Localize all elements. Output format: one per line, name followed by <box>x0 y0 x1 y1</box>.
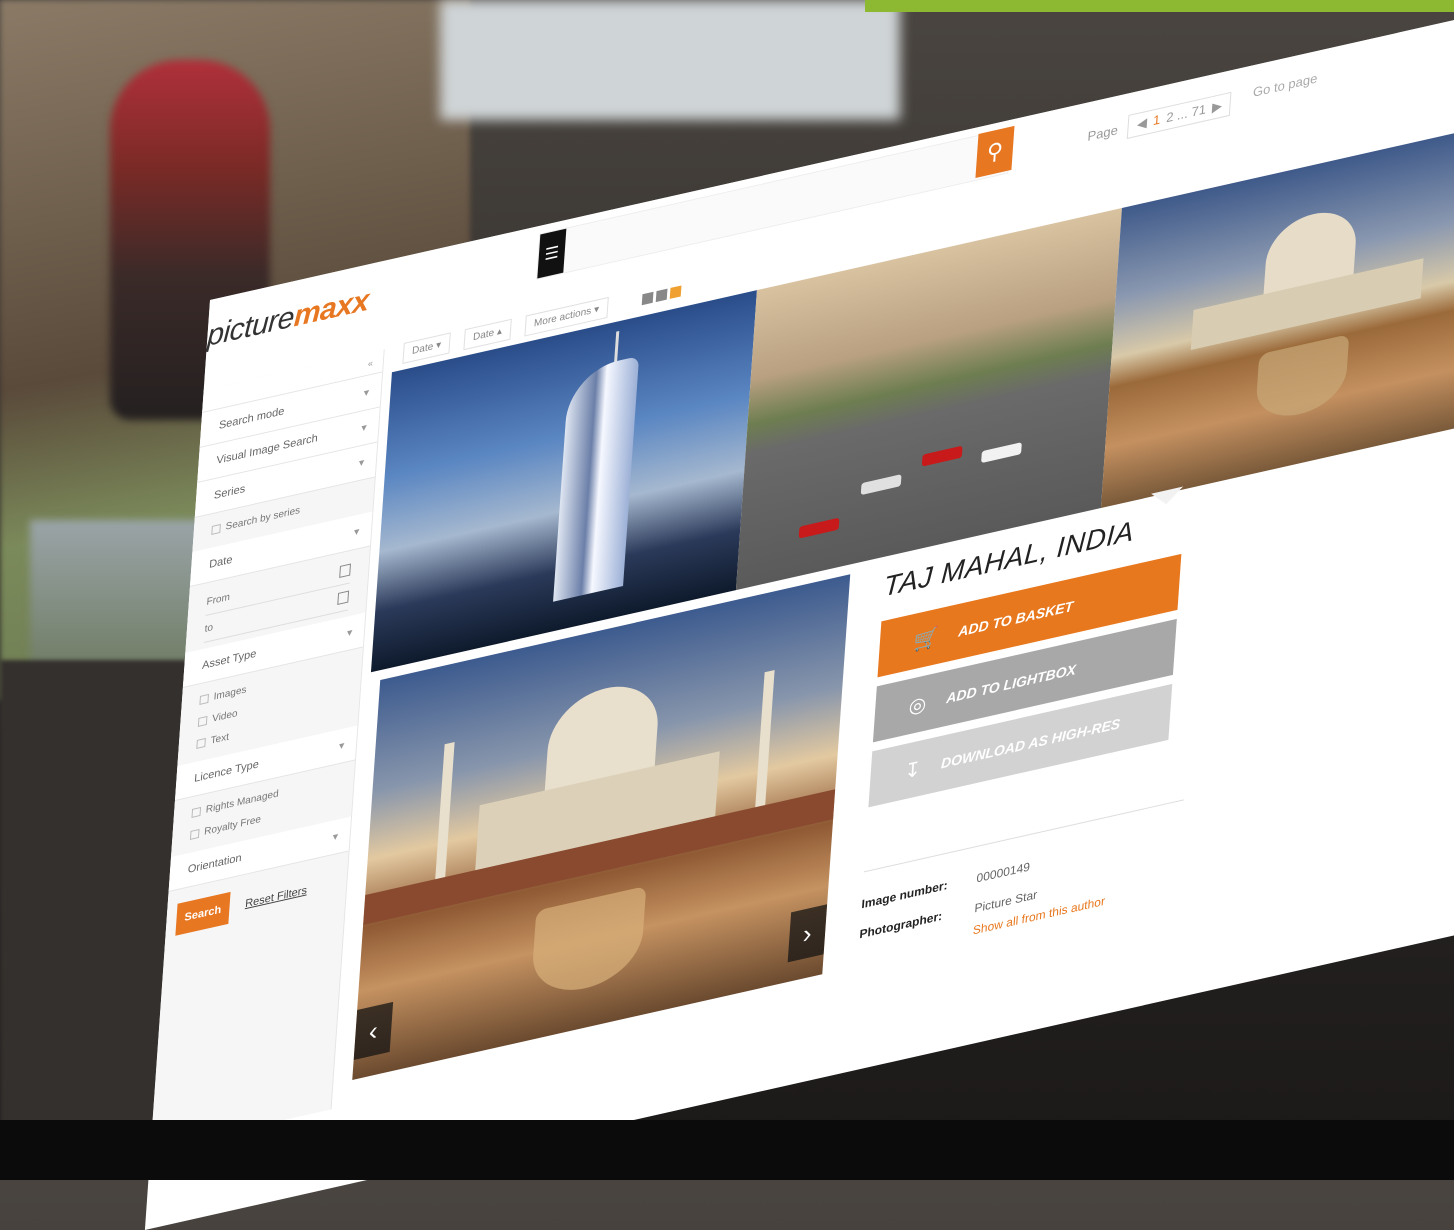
chevron-down-icon: ▼ <box>344 626 355 639</box>
reflection <box>530 885 647 1001</box>
detail-view-icon[interactable] <box>669 285 682 299</box>
search-icon[interactable]: ⚲ <box>975 125 1015 178</box>
view-switcher <box>641 285 682 306</box>
thumbnail-taj-mahal[interactable] <box>1100 125 1454 508</box>
grid-view-icon[interactable] <box>641 291 654 306</box>
prev-image-icon[interactable]: ‹ <box>353 1001 394 1060</box>
search-button[interactable]: Search <box>175 891 231 936</box>
checkbox[interactable] <box>191 806 202 818</box>
lightbulb-icon: ◎ <box>908 692 928 719</box>
image-metadata: Image number: 00000149 Photographer: Pic… <box>857 834 1109 964</box>
prev-page-icon[interactable]: ◀ <box>1136 115 1148 133</box>
reset-filters-link[interactable]: Reset Filters <box>245 884 308 910</box>
chevron-down-icon: ▼ <box>356 456 367 469</box>
collapse-icon[interactable]: « <box>368 358 374 369</box>
go-to-page[interactable]: Go to page <box>1253 70 1318 99</box>
chevron-down-icon: ▼ <box>361 386 372 399</box>
chevron-down-icon: ▼ <box>336 739 347 752</box>
background-wall <box>440 0 900 120</box>
thumb-car <box>860 474 902 496</box>
thumb-car <box>981 442 1022 464</box>
page-label: Page <box>1087 121 1119 144</box>
thumb-reflection <box>1254 334 1350 425</box>
calendar-icon[interactable] <box>337 590 350 606</box>
thumb-tower <box>553 356 640 602</box>
minaret <box>434 742 455 885</box>
checkbox[interactable] <box>196 737 206 749</box>
laptop-base <box>0 1120 1454 1180</box>
minaret <box>754 670 775 813</box>
list-view-icon[interactable] <box>655 288 668 303</box>
page-selector[interactable]: ◀ 1 2 ... 71 ▶ <box>1127 91 1232 139</box>
checkbox[interactable] <box>211 523 221 535</box>
chevron-down-icon: ▼ <box>359 421 369 434</box>
checkbox[interactable] <box>199 693 210 705</box>
cart-icon: 🛒 <box>912 625 940 654</box>
logo[interactable]: picturemaxx <box>206 284 370 354</box>
calendar-icon[interactable] <box>339 563 351 579</box>
image-number: 00000149 <box>976 859 1031 886</box>
next-image-icon[interactable]: › <box>787 904 828 963</box>
page-range[interactable]: 2 ... 71 <box>1166 101 1207 126</box>
download-icon: ↧ <box>903 757 922 784</box>
sort-dropdown-1[interactable]: Date ▾ <box>402 332 451 364</box>
thumb-car <box>798 517 840 539</box>
checkbox[interactable] <box>197 715 208 727</box>
pagination: Page ◀ 1 2 ... 71 ▶ <box>1087 91 1232 148</box>
menu-icon[interactable]: ☰ <box>537 228 567 279</box>
next-page-icon[interactable]: ▶ <box>1211 98 1222 116</box>
checkbox[interactable] <box>189 828 200 840</box>
current-page[interactable]: 1 <box>1152 112 1161 130</box>
chevron-down-icon: ▼ <box>351 525 362 538</box>
chevron-down-icon: ▼ <box>330 830 341 843</box>
sort-dropdown-2[interactable]: Date ▴ <box>463 318 512 351</box>
thumb-car <box>921 445 963 467</box>
brand-bar <box>865 0 1454 12</box>
